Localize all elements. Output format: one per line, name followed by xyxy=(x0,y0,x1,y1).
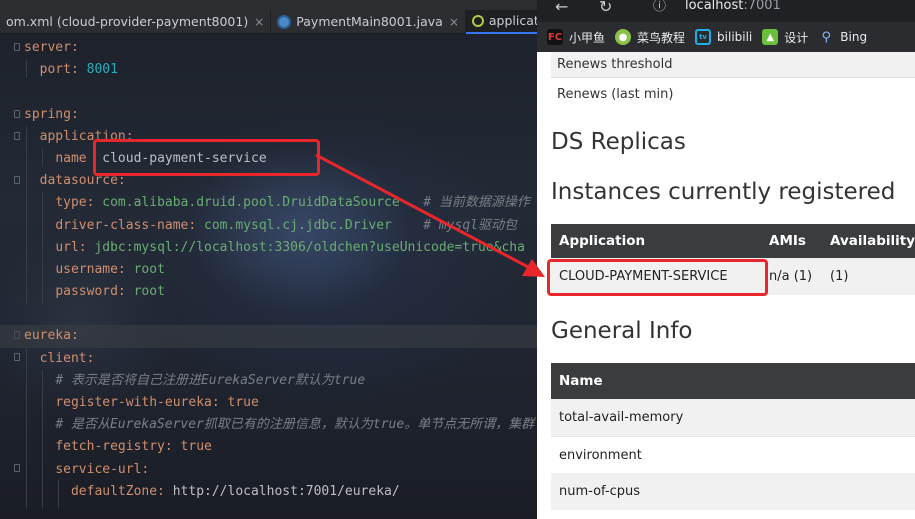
arrow-shaft xyxy=(315,153,531,270)
arrow-head xyxy=(522,259,545,277)
annotation-arrow xyxy=(315,153,545,277)
